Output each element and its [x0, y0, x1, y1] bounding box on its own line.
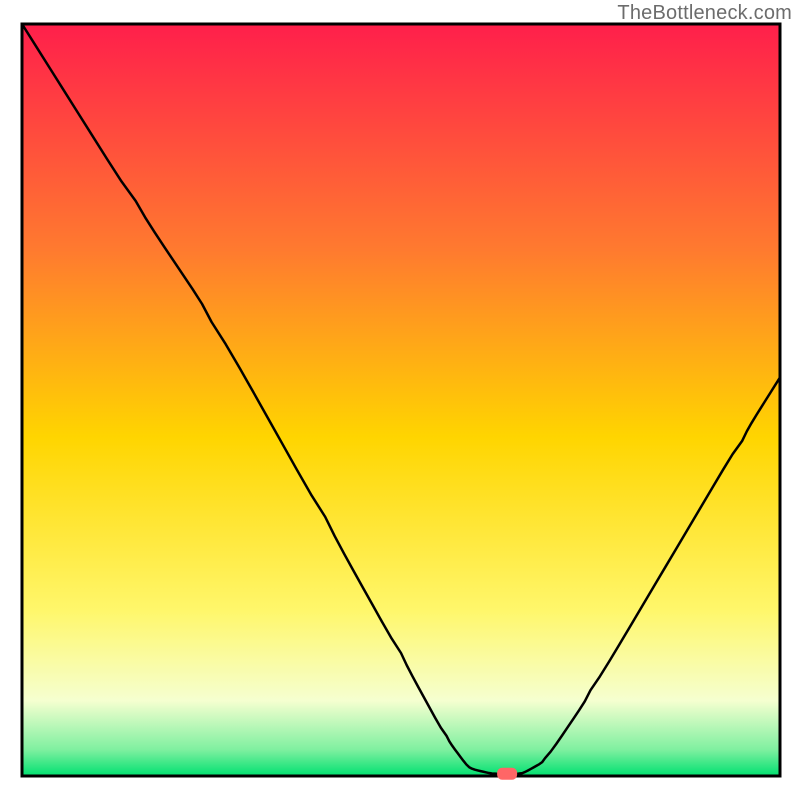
- plot-background: [22, 24, 780, 776]
- optimal-marker: [497, 768, 517, 780]
- bottleneck-chart: [0, 0, 800, 800]
- chart-container: { "watermark": "TheBottleneck.com", "cha…: [0, 0, 800, 800]
- watermark-text: TheBottleneck.com: [617, 2, 792, 25]
